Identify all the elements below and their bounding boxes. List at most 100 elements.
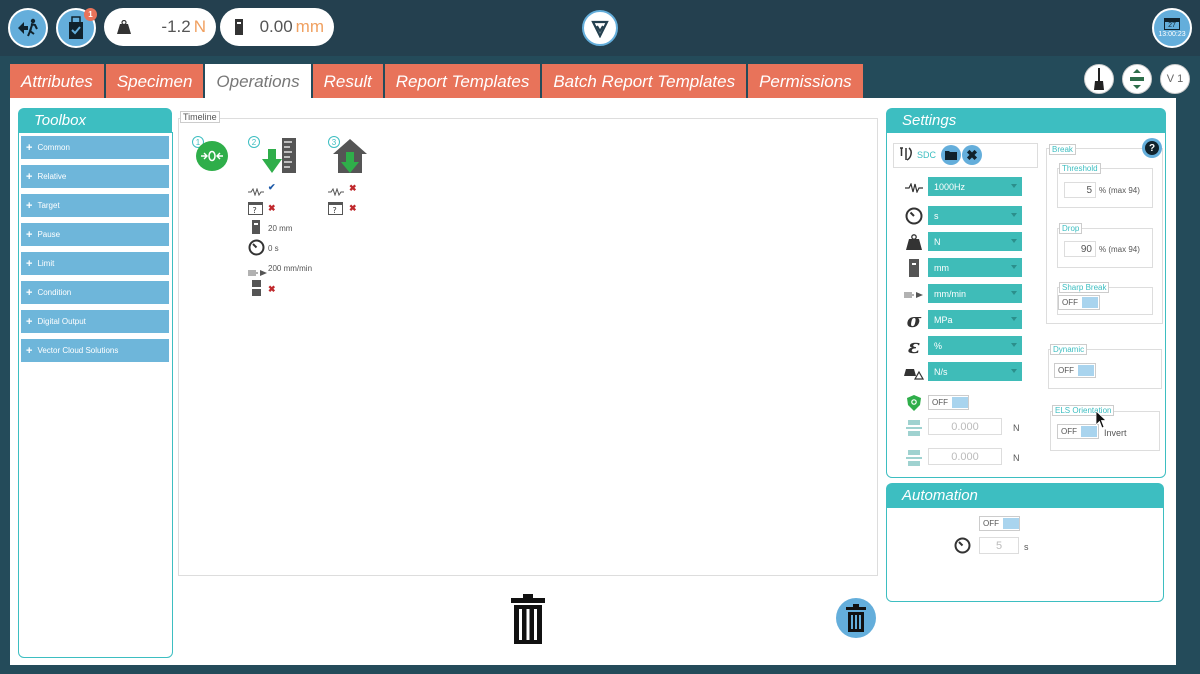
toolbox-item-relative[interactable]: + Relative: [21, 165, 169, 188]
extension-icon: [235, 19, 243, 35]
threshold-input[interactable]: 5: [1064, 182, 1096, 198]
tab-result[interactable]: Result: [312, 64, 383, 98]
cross-icon: ✖: [268, 203, 276, 213]
els-toggle[interactable]: OFF: [1057, 424, 1099, 439]
toggle-label: OFF: [932, 398, 948, 407]
drop-legend: Drop: [1059, 223, 1083, 234]
sharp-break-toggle[interactable]: OFF: [1058, 295, 1100, 310]
tab-operations[interactable]: Operations: [205, 64, 311, 98]
stress-unit-select[interactable]: MPa: [928, 310, 1022, 329]
sdc-clear-button[interactable]: ✖: [962, 145, 982, 165]
toolbox-item-limit[interactable]: + Limit: [21, 252, 169, 275]
brush-button[interactable]: [1084, 64, 1114, 94]
frequency-icon: [248, 183, 264, 201]
select-value: s: [934, 210, 939, 221]
exit-button[interactable]: [8, 8, 48, 48]
position-readout[interactable]: 0.00 mm: [220, 8, 334, 46]
select-value: mm: [934, 262, 949, 273]
toggle-label: OFF: [1061, 427, 1077, 436]
protection-toggle[interactable]: OFF: [928, 395, 969, 410]
caret-down-icon: [1011, 239, 1017, 243]
frequency-icon: [328, 183, 344, 201]
clock-time: 13:00:23: [1158, 31, 1186, 38]
cross-icon: ✖: [268, 284, 276, 294]
usb-check-icon: [69, 16, 83, 39]
toggle-knob: [1081, 426, 1097, 437]
force-readout[interactable]: -1.2 N: [104, 8, 216, 46]
step-2-distance: 20 mm: [268, 224, 293, 233]
step-2-speed: 200 mm/min: [268, 264, 313, 273]
timer-icon: [954, 537, 971, 559]
extension-icon: [252, 220, 260, 239]
trash-clear-icon: [846, 604, 866, 632]
step-1-zero-button[interactable]: [196, 141, 228, 171]
step-2-time: 0 s: [268, 244, 279, 253]
frequency-select[interactable]: 1000Hz: [928, 177, 1022, 196]
toggle-knob: [952, 397, 968, 408]
caret-down-icon: [1011, 343, 1017, 347]
tab-batch-report-templates[interactable]: Batch Report Templates: [542, 64, 747, 98]
tab-attributes[interactable]: Attributes: [10, 64, 104, 98]
select-value: 1000Hz: [934, 181, 966, 192]
toolbox-item-digital-output[interactable]: + Digital Output: [21, 310, 169, 333]
plus-icon: +: [26, 286, 33, 299]
caret-down-icon: [1011, 265, 1017, 269]
toolbox-item-common[interactable]: + Common: [21, 136, 169, 159]
sdc-folder-button[interactable]: [941, 145, 961, 165]
app-logo: [582, 10, 618, 46]
tab-report-templates[interactable]: Report Templates: [384, 64, 541, 98]
cross-icon: ✖: [349, 203, 357, 213]
return-home-icon: [333, 139, 367, 173]
select-value: mm/min: [934, 288, 966, 299]
toolbox-item-label: Common: [37, 143, 70, 152]
timeline-label: Timeline: [180, 111, 220, 123]
clear-timeline-button[interactable]: [836, 598, 876, 638]
limit-icon: [904, 448, 924, 467]
plus-icon: +: [26, 199, 33, 212]
force-rate-unit-select[interactable]: N/s: [928, 362, 1022, 381]
strain-unit-select[interactable]: %: [928, 336, 1022, 355]
svg-text:?: ?: [333, 206, 337, 215]
automation-delay-unit: s: [1024, 542, 1029, 552]
drop-suffix: % (max 94): [1099, 245, 1140, 254]
limit-1-input[interactable]: 0.000: [928, 418, 1002, 435]
step-2-move-down-button[interactable]: [262, 137, 298, 180]
delete-step-button[interactable]: [511, 594, 545, 649]
calendar-button[interactable]: 27 13:00:23: [1152, 8, 1192, 48]
threshold-legend: Threshold: [1059, 163, 1101, 174]
automation-delay-input[interactable]: 5: [979, 537, 1019, 554]
usb-button[interactable]: 1: [56, 8, 97, 48]
toolbox-item-label: Target: [37, 201, 60, 210]
select-value: N: [934, 236, 941, 247]
help-question-icon: ?: [1145, 141, 1159, 155]
tab-specimen[interactable]: Specimen: [105, 64, 204, 98]
limit-icon: [904, 418, 924, 437]
toggle-label: OFF: [1058, 366, 1074, 375]
dynamic-toggle[interactable]: OFF: [1054, 363, 1096, 378]
help-button[interactable]: ?: [1142, 138, 1162, 158]
drop-input[interactable]: 90: [1064, 241, 1096, 257]
vector-logo-icon: [591, 20, 609, 38]
timeline-area[interactable]: [178, 118, 878, 576]
toolbox-item-vector-cloud-solutions[interactable]: + Vector Cloud Solutions: [21, 339, 169, 362]
toolbox-item-target[interactable]: + Target: [21, 194, 169, 217]
force-rate-icon: [904, 362, 924, 381]
time-unit-select[interactable]: s: [928, 206, 1022, 225]
plus-icon: +: [26, 141, 33, 154]
select-value: %: [934, 340, 943, 351]
toolbox-item-pause[interactable]: + Pause: [21, 223, 169, 246]
step-3-return-button[interactable]: [332, 138, 368, 179]
fit-height-button[interactable]: [1122, 64, 1152, 94]
svg-text:?: ?: [253, 206, 257, 215]
limit-2-input[interactable]: 0.000: [928, 448, 1002, 465]
fit-height-icon: [1130, 69, 1144, 89]
version-button[interactable]: V 1: [1160, 64, 1190, 94]
brush-icon: [1094, 68, 1104, 90]
force-unit-select[interactable]: N: [928, 232, 1022, 251]
position-value: 0.00: [259, 17, 293, 36]
extension-unit-select[interactable]: mm: [928, 258, 1022, 277]
toolbox-item-condition[interactable]: + Condition: [21, 281, 169, 304]
automation-toggle[interactable]: OFF: [979, 516, 1020, 531]
speed-unit-select[interactable]: mm/min: [928, 284, 1022, 303]
tab-permissions[interactable]: Permissions: [748, 64, 863, 98]
